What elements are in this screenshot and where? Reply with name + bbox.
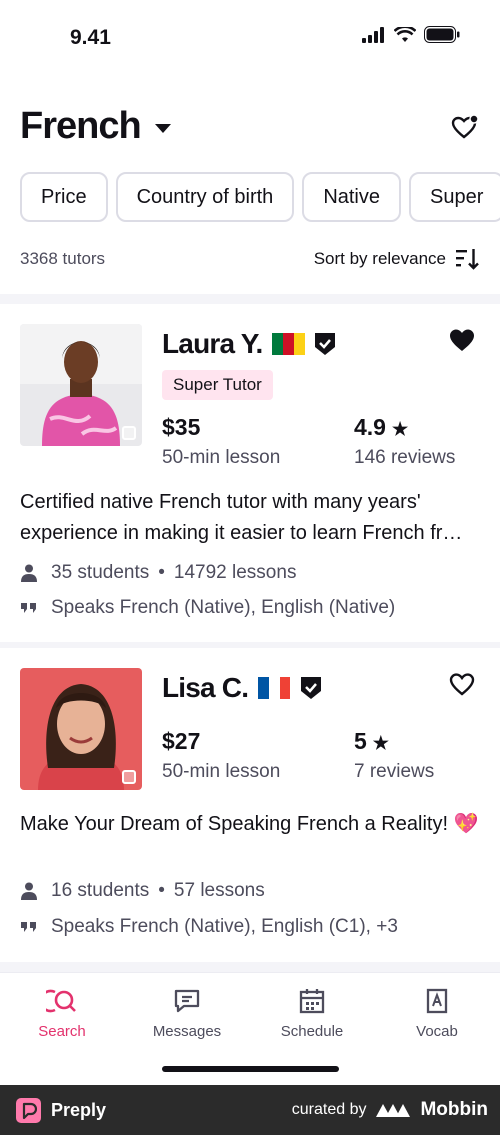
language-selector[interactable]: French [20,105,171,148]
filter-super-tutor[interactable]: Super [409,172,500,222]
quote-icon [20,921,38,933]
tutor-price: $27 [162,728,201,754]
tutor-photo [20,668,142,790]
tab-schedule[interactable]: Schedule [262,987,362,1040]
review-count: 146 reviews [354,447,456,468]
tutor-card[interactable]: Laura Y. Super Tutor $35 50-min lesson 4… [0,304,500,642]
filter-country-of-birth[interactable]: Country of birth [115,172,295,222]
person-icon [20,882,38,900]
saved-tutors-icon[interactable] [450,113,480,143]
super-tutor-badge: Super Tutor [162,370,273,400]
chevron-down-icon [154,124,171,133]
battery-icon [424,26,460,43]
curated-by: curated by Mobbin [292,1099,488,1121]
rating-value: 4.9 [354,414,386,440]
cameroon-flag-icon [272,333,305,355]
tab-messages[interactable]: Messages [137,987,237,1040]
tutor-languages: Speaks French (Native), English (Native) [20,597,480,619]
calendar-icon [299,989,325,1014]
dot-separator: • [158,562,165,583]
review-count: 7 reviews [354,761,435,782]
lesson-duration: 50-min lesson [162,447,281,468]
lesson-count: 57 lessons [173,880,265,901]
tutor-name-row: Lisa C. [162,672,322,704]
rating-value: 5 [354,728,367,754]
curated-label: curated by [291,1101,367,1118]
status-time: 9.41 [70,26,111,49]
vocab-icon [426,988,448,1014]
tutor-stats: 16 students • 57 lessons [20,880,480,902]
student-count: 35 students [51,562,150,583]
brand: Preply [16,1098,106,1123]
mobbin-logo-icon [376,1104,411,1117]
signal-icon [362,26,384,43]
page-title: French [20,105,142,147]
tutor-card[interactable]: Lisa C. $27 50-min lesson 5 ★ 7 reviews M… [0,648,500,962]
status-bar: 9.41 [0,0,500,75]
tutor-name: Laura Y. [162,328,263,359]
page-header: French [20,105,480,153]
footer-bar: Preply curated by Mobbin [0,1085,500,1135]
sort-button[interactable]: Sort by relevance [314,248,480,270]
home-indicator [162,1066,339,1072]
tab-label: Search [38,1023,86,1040]
star-icon: ★ [391,419,409,439]
tutor-description: Certified native French tutor with many … [20,491,463,544]
student-count: 16 students [51,880,150,901]
quote-icon [20,602,38,614]
filter-price[interactable]: Price [20,172,108,222]
divider [0,294,500,304]
tab-label: Messages [152,1023,222,1040]
preply-logo-icon [16,1098,41,1123]
verified-icon [315,333,336,355]
photo-online-indicator [122,426,136,440]
photo-online-indicator [122,770,136,784]
spoken-languages: Speaks French (Native), English (Native) [51,597,396,618]
tab-search[interactable]: Search [12,987,112,1040]
tutor-count: 3368 tutors [20,249,106,268]
heart-filled-icon[interactable] [448,326,476,354]
tutor-description: Make Your Dream of Speaking French a Rea… [20,813,479,835]
tutor-name: Lisa C. [162,672,249,703]
results-meta: 3368 tutors Sort by relevance [20,247,480,271]
heart-outline-icon[interactable] [448,670,476,698]
france-flag-icon [258,677,291,699]
tutor-name-row: Laura Y. [162,328,336,360]
lesson-duration: 50-min lesson [162,761,281,782]
tab-label: Vocab [416,1023,458,1040]
star-icon: ★ [372,733,389,753]
tutor-languages: Speaks French (Native), English (C1), +3 [20,916,480,938]
lesson-count: 14792 lessons [173,562,297,583]
dot-separator: • [158,880,165,901]
wifi-icon [394,26,416,42]
spoken-languages: Speaks French (Native), English (C1), +3 [51,916,398,937]
curator-name: Mobbin [420,1099,488,1120]
tutor-price: $35 [162,414,201,440]
tutor-photo [20,324,142,446]
search-icon [46,989,76,1013]
sort-icon [456,249,479,270]
tutor-stats: 35 students • 14792 lessons [20,562,480,584]
sort-label: Sort by relevance [313,249,446,268]
brand-name: Preply [51,1100,107,1120]
tab-label: Schedule [280,1023,344,1040]
tab-vocab[interactable]: Vocab [387,987,487,1040]
verified-icon [301,677,322,699]
tutor-rating: 5 ★ [354,728,389,755]
filter-native[interactable]: Native [302,172,402,222]
messages-icon [174,989,200,1013]
filter-chips: Price Country of birth Native Super [20,172,500,222]
status-icons [362,26,460,43]
person-icon [20,564,38,582]
divider [0,962,500,972]
tutor-rating: 4.9 ★ [354,414,408,441]
